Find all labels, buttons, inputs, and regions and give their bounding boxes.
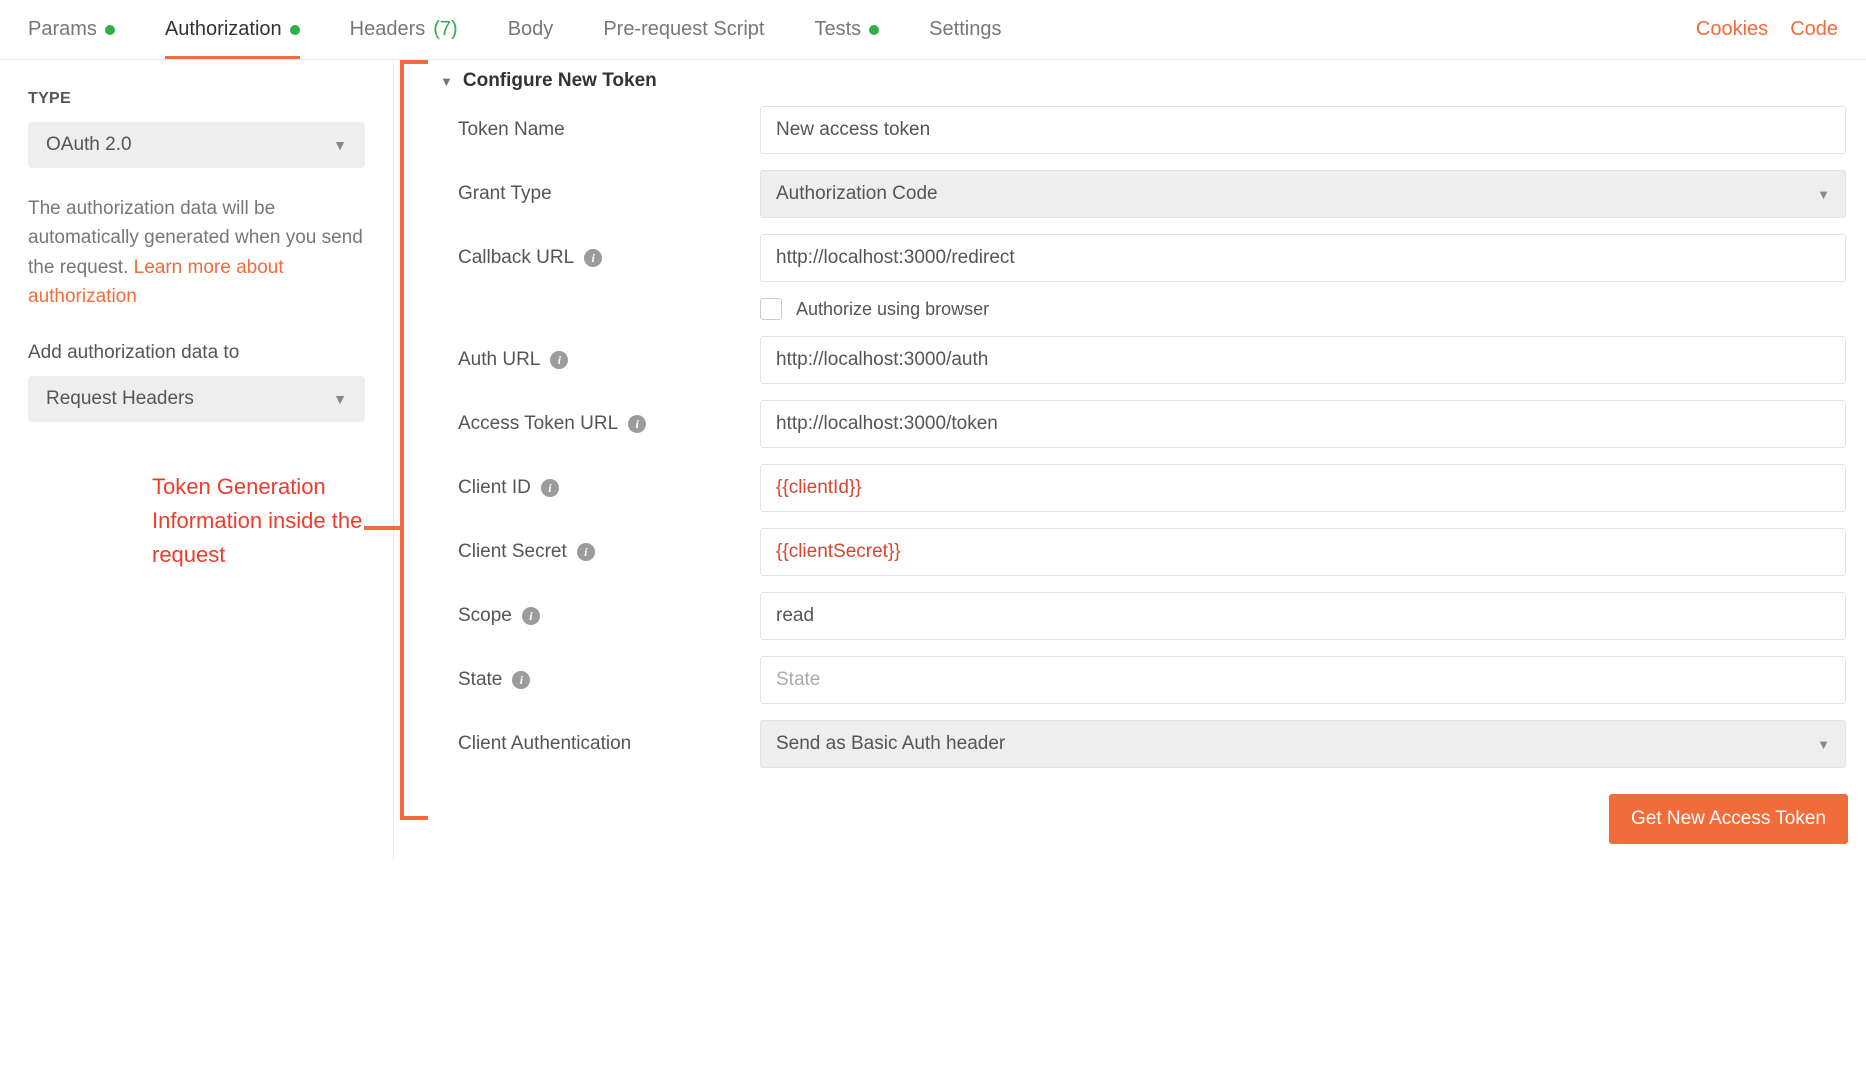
section-title: Configure New Token	[463, 70, 657, 92]
tabs-left: Params Authorization Headers (7) Body Pr…	[28, 0, 1001, 59]
info-icon[interactable]: i	[628, 415, 646, 433]
token-name-input[interactable]	[760, 106, 1846, 154]
client-secret-input[interactable]	[760, 528, 1846, 576]
type-label: TYPE	[28, 90, 365, 108]
checkbox-label: Authorize using browser	[796, 299, 989, 320]
annotation-bracket	[394, 60, 434, 860]
client-id-input[interactable]	[760, 464, 1846, 512]
row-token-url: Access Token URL i	[438, 392, 1848, 456]
code-link[interactable]: Code	[1790, 18, 1838, 41]
info-icon[interactable]: i	[550, 351, 568, 369]
row-state: State i	[438, 648, 1848, 712]
label: State	[458, 669, 502, 691]
row-callback-url: Callback URL i	[438, 226, 1848, 290]
info-icon[interactable]: i	[512, 671, 530, 689]
label: Access Token URL	[458, 413, 618, 435]
info-icon[interactable]: i	[584, 249, 602, 267]
row-client-auth: Client Authentication Send as Basic Auth…	[438, 712, 1848, 776]
bracket-line	[400, 60, 404, 820]
auth-side-panel: TYPE OAuth 2.0 ▼ The authorization data …	[0, 60, 394, 860]
client-auth-value: Send as Basic Auth header	[776, 733, 1005, 755]
label: Client Secret	[458, 541, 567, 563]
row-authorize-browser: Authorize using browser	[438, 290, 1848, 328]
tab-label: Authorization	[165, 18, 282, 41]
addto-label: Add authorization data to	[28, 342, 365, 364]
tab-settings[interactable]: Settings	[929, 0, 1001, 59]
bracket-line	[400, 816, 428, 820]
status-dot-icon	[105, 25, 115, 35]
info-icon[interactable]: i	[522, 607, 540, 625]
state-input[interactable]	[760, 656, 1846, 704]
tab-body[interactable]: Body	[508, 0, 554, 59]
tab-label: Tests	[814, 18, 861, 41]
label: Client Authentication	[458, 733, 631, 755]
cookies-link[interactable]: Cookies	[1696, 18, 1768, 41]
scope-input[interactable]	[760, 592, 1846, 640]
status-dot-icon	[869, 25, 879, 35]
tab-label: Settings	[929, 18, 1001, 41]
token-config-panel: ▼ Configure New Token Token Name Grant T…	[434, 60, 1866, 860]
label: Token Name	[458, 119, 565, 141]
grant-type-value: Authorization Code	[776, 183, 938, 205]
chevron-down-icon: ▼	[440, 74, 453, 89]
client-auth-select[interactable]: Send as Basic Auth header ▼	[760, 720, 1846, 768]
chevron-down-icon: ▼	[1817, 187, 1830, 202]
info-icon[interactable]: i	[541, 479, 559, 497]
section-header[interactable]: ▼ Configure New Token	[438, 60, 1848, 98]
authorize-browser-checkbox[interactable]	[760, 298, 782, 320]
row-client-secret: Client Secret i	[438, 520, 1848, 584]
token-url-input[interactable]	[760, 400, 1846, 448]
get-new-access-token-button[interactable]: Get New Access Token	[1609, 794, 1848, 844]
bracket-line	[400, 60, 428, 64]
chevron-down-icon: ▼	[1817, 737, 1830, 752]
tab-params[interactable]: Params	[28, 0, 115, 59]
addto-value: Request Headers	[46, 388, 194, 410]
label: Grant Type	[458, 183, 552, 205]
row-grant-type: Grant Type Authorization Code ▼	[438, 162, 1848, 226]
info-icon[interactable]: i	[577, 543, 595, 561]
row-client-id: Client ID i	[438, 456, 1848, 520]
label: Scope	[458, 605, 512, 627]
tab-label: Headers	[350, 18, 426, 41]
tab-label: Pre-request Script	[603, 18, 764, 41]
tab-tests[interactable]: Tests	[814, 0, 879, 59]
request-tabs: Params Authorization Headers (7) Body Pr…	[0, 0, 1866, 60]
grant-type-select[interactable]: Authorization Code ▼	[760, 170, 1846, 218]
chevron-down-icon: ▼	[333, 137, 347, 153]
addto-select[interactable]: Request Headers ▼	[28, 376, 365, 422]
label: Client ID	[458, 477, 531, 499]
label: Callback URL	[458, 247, 574, 269]
callback-url-input[interactable]	[760, 234, 1846, 282]
tab-authorization[interactable]: Authorization	[165, 0, 300, 59]
auth-type-select[interactable]: OAuth 2.0 ▼	[28, 122, 365, 168]
tabs-right: Cookies Code	[1696, 18, 1838, 41]
row-auth-url: Auth URL i	[438, 328, 1848, 392]
label: Auth URL	[458, 349, 540, 371]
auth-type-value: OAuth 2.0	[46, 134, 132, 156]
auth-url-input[interactable]	[760, 336, 1846, 384]
tab-prerequest[interactable]: Pre-request Script	[603, 0, 764, 59]
row-token-name: Token Name	[438, 98, 1848, 162]
headers-count: (7)	[433, 18, 457, 41]
bracket-line	[364, 526, 400, 530]
tab-label: Params	[28, 18, 97, 41]
auth-description: The authorization data will be automatic…	[28, 194, 365, 312]
status-dot-icon	[290, 25, 300, 35]
tab-label: Body	[508, 18, 554, 41]
tab-headers[interactable]: Headers (7)	[350, 0, 458, 59]
row-scope: Scope i	[438, 584, 1848, 648]
annotation-label: Token Generation Information inside the …	[152, 470, 387, 572]
chevron-down-icon: ▼	[333, 391, 347, 407]
